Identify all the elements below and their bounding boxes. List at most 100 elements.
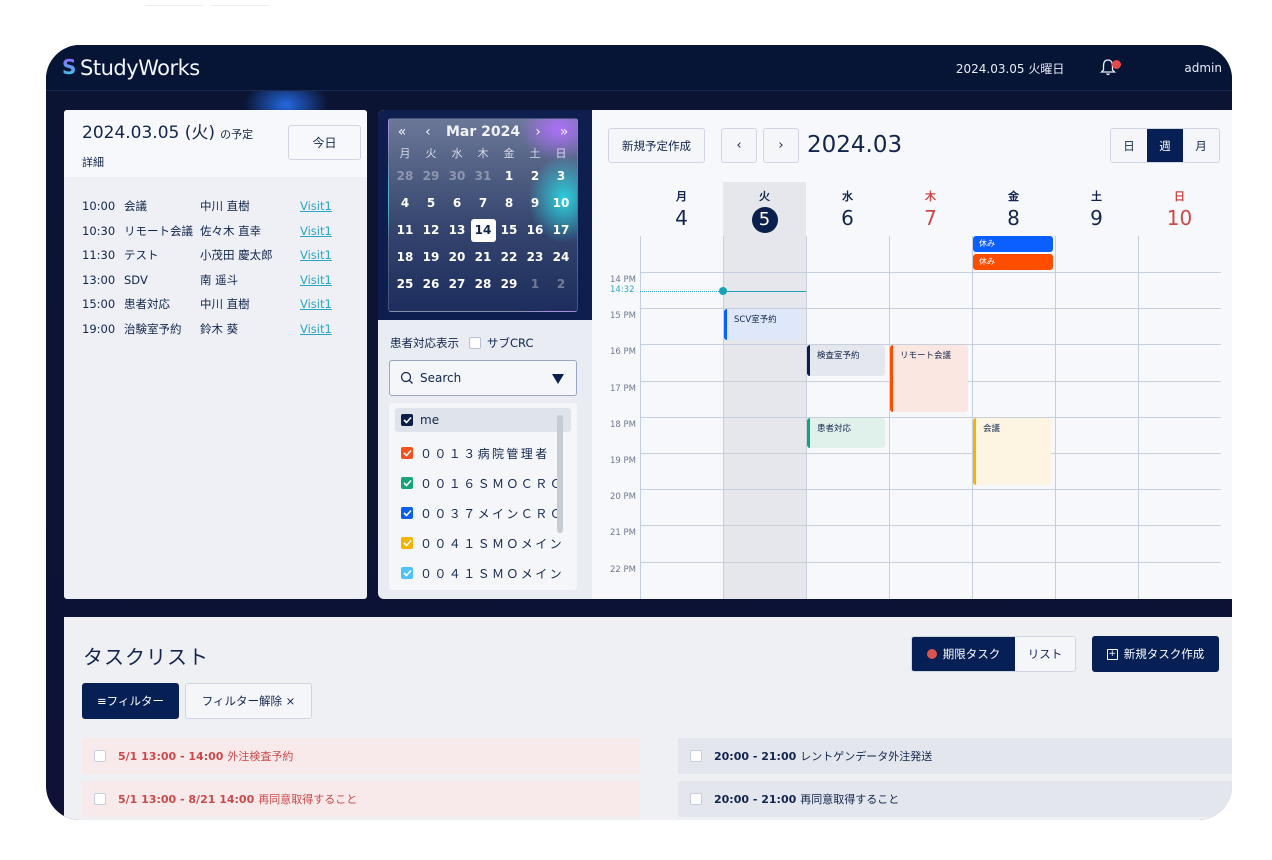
mini-calendar-day[interactable]: 10 [548, 190, 574, 217]
member-checkbox[interactable] [401, 537, 413, 549]
mini-calendar-day[interactable]: 25 [392, 271, 418, 298]
member-checkbox[interactable] [401, 414, 413, 426]
member-filter-item[interactable]: me [395, 408, 571, 432]
new-task-button[interactable]: + 新規タスク作成 [1092, 636, 1219, 672]
visit-link[interactable]: Visit1 [300, 224, 332, 238]
task-checkbox[interactable] [690, 793, 702, 805]
task-item[interactable]: 20:00 - 21:00 レントゲンデータ外注発送 [678, 738, 1232, 774]
calendar-event[interactable]: リモート会議 [890, 345, 968, 413]
member-search-input[interactable]: Search [389, 360, 577, 396]
mini-calendar-day[interactable]: 11 [392, 217, 418, 244]
day-header[interactable]: 日 10 [1138, 182, 1221, 236]
mini-calendar-day[interactable]: 29 [418, 163, 444, 190]
next-month-button[interactable]: › [530, 124, 546, 140]
task-checkbox[interactable] [94, 750, 106, 762]
all-day-event[interactable]: 休み [973, 254, 1053, 270]
clear-filter-button[interactable]: フィルター解除 × [185, 683, 312, 719]
mini-calendar-day[interactable]: 23 [522, 244, 548, 271]
schedule-item[interactable]: 13:00 SDV 南 遥斗 Visit1 [82, 268, 367, 293]
member-filter-item[interactable]: ００１６ＳＭＯＣＲＣ [395, 468, 571, 498]
calendar-event[interactable]: 検査室予約 [807, 345, 885, 376]
prev-week-button[interactable]: ‹ [721, 128, 757, 163]
next-week-button[interactable]: › [763, 128, 799, 163]
mini-calendar-day[interactable]: 12 [418, 217, 444, 244]
mini-calendar-day[interactable]: 17 [548, 217, 574, 244]
mini-calendar-day[interactable]: 15 [496, 217, 522, 244]
mini-calendar-day[interactable]: 2 [548, 271, 574, 298]
schedule-item[interactable]: 10:30 リモート会議 佐々木 直幸 Visit1 [82, 219, 367, 244]
mini-calendar-day[interactable]: 28 [392, 163, 418, 190]
member-list-scrollbar[interactable] [557, 415, 563, 533]
task-item[interactable]: 5/1 13:00 - 14:00 外注検査予約 [82, 738, 640, 774]
visit-link[interactable]: Visit1 [300, 199, 332, 213]
filter-button[interactable]: ≡フィルター [82, 683, 179, 719]
mini-calendar-day[interactable]: 31 [470, 163, 496, 190]
task-item[interactable]: 20:00 - 21:00 再同意取得すること [678, 781, 1232, 817]
day-header[interactable]: 土9 [1055, 182, 1138, 236]
prev-month-button[interactable]: ‹ [420, 124, 436, 140]
mini-calendar-day[interactable]: 29 [496, 271, 522, 298]
logo[interactable]: StudyWorks [62, 55, 200, 80]
prev-year-button[interactable]: « [394, 124, 410, 140]
next-year-button[interactable]: » [556, 124, 572, 140]
mini-calendar-day[interactable]: 26 [418, 271, 444, 298]
task-checkbox[interactable] [690, 750, 702, 762]
mini-calendar-day[interactable]: 18 [392, 244, 418, 271]
member-checkbox[interactable] [401, 447, 413, 459]
visit-link[interactable]: Visit1 [300, 248, 332, 262]
mini-calendar-day[interactable]: 9 [522, 190, 548, 217]
mini-calendar-day[interactable]: 6 [444, 190, 470, 217]
member-filter-item[interactable]: ００３７メインＣＲＣ [395, 498, 571, 528]
new-event-button[interactable]: 新規予定作成 [608, 128, 705, 163]
today-button[interactable]: 今日 [288, 125, 361, 160]
mini-calendar-day[interactable]: 24 [548, 244, 574, 271]
mini-calendar-day[interactable]: 16 [522, 217, 548, 244]
schedule-item[interactable]: 10:00 会議 中川 直樹 Visit1 [82, 194, 367, 219]
mini-calendar-day[interactable]: 7 [470, 190, 496, 217]
schedule-item[interactable]: 19:00 治験室予約 鈴木 葵 Visit1 [82, 317, 367, 342]
view-month-button[interactable]: 月 [1183, 129, 1219, 162]
mini-calendar-day-selected[interactable]: 14 [470, 217, 496, 244]
member-filter-item[interactable]: ００４１ＳＭＯメイン [395, 528, 571, 558]
member-checkbox[interactable] [401, 507, 413, 519]
mini-calendar-day[interactable]: 30 [444, 163, 470, 190]
calendar-event[interactable]: 会議 [973, 417, 1051, 485]
mini-calendar-day[interactable]: 2 [522, 163, 548, 190]
mini-calendar-day[interactable]: 19 [418, 244, 444, 271]
calendar-event[interactable]: SCV室予約 [724, 309, 802, 340]
mini-calendar-day[interactable]: 22 [496, 244, 522, 271]
schedule-item[interactable]: 11:30 テスト 小茂田 慶太郎 Visit1 [82, 243, 367, 268]
day-header[interactable]: 火5 [723, 182, 806, 236]
view-week-button[interactable]: 週 [1147, 129, 1183, 162]
mini-calendar-day[interactable]: 27 [444, 271, 470, 298]
visit-link[interactable]: Visit1 [300, 297, 332, 311]
all-day-event[interactable]: 休み [973, 236, 1053, 252]
day-header[interactable]: 月4 [640, 182, 723, 236]
member-checkbox[interactable] [401, 477, 413, 489]
day-header[interactable]: 金8 [972, 182, 1055, 236]
visit-link[interactable]: Visit1 [300, 273, 332, 287]
mini-calendar-day[interactable]: 1 [496, 163, 522, 190]
mini-calendar-day[interactable]: 1 [522, 271, 548, 298]
view-day-button[interactable]: 日 [1111, 129, 1147, 162]
list-tab[interactable]: リスト [1015, 637, 1075, 671]
task-checkbox[interactable] [94, 793, 106, 805]
mini-calendar-day[interactable]: 21 [470, 244, 496, 271]
visit-link[interactable]: Visit1 [300, 322, 332, 336]
mini-calendar-day[interactable]: 3 [548, 163, 574, 190]
member-filter-item[interactable]: ００１３病院管理者 [395, 438, 571, 468]
mini-calendar-day[interactable]: 13 [444, 217, 470, 244]
member-filter-item[interactable]: ００４１ＳＭＯメイン [395, 558, 571, 588]
day-header[interactable]: 水6 [806, 182, 889, 236]
schedule-item[interactable]: 15:00 患者対応 中川 直樹 Visit1 [82, 292, 367, 317]
mini-calendar-day[interactable]: 4 [392, 190, 418, 217]
day-header[interactable]: 木7 [889, 182, 972, 236]
member-checkbox[interactable] [401, 567, 413, 579]
dropdown-caret-icon[interactable] [552, 374, 564, 384]
mini-calendar-day[interactable]: 5 [418, 190, 444, 217]
task-item[interactable]: 5/1 13:00 - 8/21 14:00 再同意取得すること [82, 781, 640, 817]
user-menu[interactable]: admin [1184, 61, 1222, 75]
mini-calendar-day[interactable]: 8 [496, 190, 522, 217]
sub-crc-checkbox[interactable] [469, 337, 481, 349]
notification-bell[interactable] [1100, 58, 1122, 78]
